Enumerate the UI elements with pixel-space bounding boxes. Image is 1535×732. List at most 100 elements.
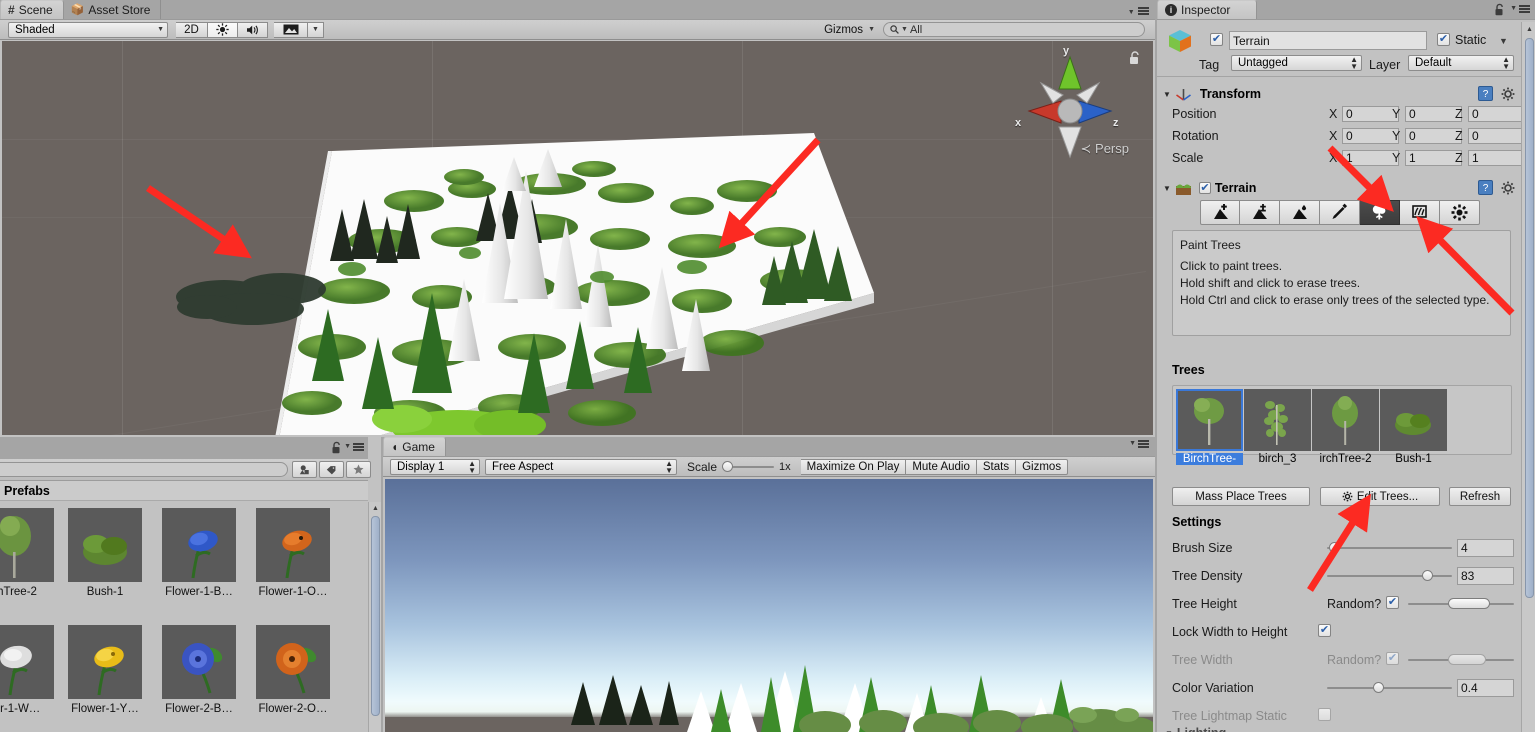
transform-header[interactable]: ▼ Transform ? — [1157, 84, 1521, 104]
tab-asset-store[interactable]: 📦 Asset Store — [63, 0, 162, 19]
terrain-tool-raise-lower-terrain-tool[interactable] — [1200, 200, 1240, 225]
scale-slider-knob[interactable] — [722, 460, 734, 472]
setting-minmax-handle[interactable] — [1448, 654, 1487, 665]
tree-palette-item[interactable]: irchTree-2 — [1312, 389, 1379, 468]
transform-position-z-input[interactable]: 0 — [1468, 106, 1525, 122]
setting-minmax-track[interactable] — [1408, 654, 1514, 665]
gear-icon[interactable] — [1501, 87, 1515, 104]
maximize-on-play-button[interactable]: Maximize On Play — [800, 458, 907, 475]
scroll-up-arrow-icon[interactable]: ▲ — [371, 504, 380, 513]
transform-scale-y-input[interactable]: 1 — [1405, 150, 1462, 166]
tab-scene[interactable]: # Scene — [0, 0, 64, 19]
setting-value-input[interactable]: 4 — [1457, 539, 1514, 557]
scene-options-menu[interactable]: ▼ — [1128, 3, 1149, 17]
lighting-section-header[interactable]: ▼ Lighting — [1165, 726, 1226, 732]
toggle-2d-button[interactable]: 2D — [176, 21, 208, 38]
setting-minmax-handle[interactable] — [1448, 598, 1491, 609]
project-scrollbar[interactable]: ▲ — [368, 502, 381, 732]
help-icon[interactable]: ? — [1478, 180, 1493, 198]
toggle-effects-button[interactable] — [274, 21, 308, 38]
transform-scale-x-input[interactable]: 1 — [1342, 150, 1399, 166]
gameobject-enabled-checkbox[interactable]: ✔ — [1210, 33, 1223, 46]
setting-minmax-track[interactable] — [1408, 598, 1514, 609]
prefab-item[interactable]: Bush-1 — [68, 508, 142, 598]
prefab-item[interactable]: Flower-1-B… — [162, 508, 236, 598]
gear-icon[interactable] — [1501, 181, 1515, 198]
project-scrollbar-thumb[interactable] — [371, 516, 380, 716]
terrain-tool-paint-texture-tool[interactable] — [1320, 200, 1360, 225]
setting-random-checkbox[interactable]: ✔ — [1386, 596, 1399, 609]
game-options-menu[interactable]: ▼ — [1129, 440, 1149, 448]
tree-palette[interactable]: BirchTree-birch_3 irchTree-2 Bush-1 — [1172, 385, 1512, 465]
label-filter-icon[interactable] — [319, 461, 344, 478]
mute-audio-button[interactable]: Mute Audio — [906, 458, 977, 475]
toggle-audio-button[interactable] — [238, 21, 268, 38]
prefab-grid[interactable]: hTree-2 Bush-1 Flower-1-B… Flower-1-O… er-1-… — [0, 502, 368, 732]
transform-scale-z-input[interactable]: 1 — [1468, 150, 1525, 166]
foldout-arrow-icon[interactable]: ▼ — [1163, 90, 1171, 99]
setting-slider-knob[interactable] — [1421, 570, 1433, 581]
object-filter-icon[interactable] — [292, 461, 317, 478]
setting-slider-track[interactable] — [1327, 682, 1452, 693]
stats-button[interactable]: Stats — [976, 458, 1017, 475]
scene-projection-toggle[interactable]: ≺ Persp — [1081, 141, 1130, 157]
terrain-object[interactable] — [2, 41, 1153, 435]
terrain-tool-strip[interactable] — [1200, 200, 1480, 225]
game-scale-slider[interactable]: Scale 1x — [687, 460, 791, 474]
setting-slider-knob[interactable] — [1372, 682, 1384, 693]
tree-palette-item[interactable]: birch_3 — [1244, 389, 1311, 468]
terrain-tool-paint-details-tool[interactable] — [1400, 200, 1440, 225]
terrain-header[interactable]: ▼ ✔ Terrain ? — [1157, 178, 1521, 198]
scene-search-input[interactable]: ▼ All — [883, 22, 1145, 37]
prefab-item[interactable]: Flower-1-O… — [256, 508, 330, 598]
setting-slider-track[interactable] — [1327, 570, 1452, 581]
inspector-lock-button[interactable] — [1494, 3, 1505, 19]
aspect-dropdown[interactable]: Free Aspect ▲ ▼ — [485, 458, 677, 475]
toggle-lighting-button[interactable] — [208, 21, 238, 38]
setting-slider-track[interactable] — [1327, 542, 1452, 553]
terrain-tool-place-trees-tool[interactable] — [1360, 200, 1400, 225]
static-checkbox[interactable]: ✔ — [1437, 33, 1450, 46]
help-icon[interactable]: ? — [1478, 86, 1493, 104]
layer-dropdown[interactable]: Default ▲ ▼ — [1408, 55, 1514, 71]
setting-random-checkbox[interactable]: ✔ — [1386, 652, 1399, 665]
prefab-item[interactable]: er-1-W… — [0, 625, 54, 715]
scene-viewport[interactable]: y x z ≺ Persp — [2, 41, 1153, 435]
setting-slider-knob[interactable] — [1329, 542, 1341, 553]
favorite-filter-icon[interactable] — [346, 461, 371, 478]
effects-dropdown-button[interactable]: ▼ — [308, 21, 324, 38]
prefab-item[interactable]: Flower-2-O… — [256, 625, 330, 715]
mass-place-trees-button[interactable]: Mass Place Trees — [1172, 487, 1310, 506]
gizmos-dropdown[interactable]: Gizmos ▼ — [818, 22, 881, 38]
terrain-tool-smooth-height-tool[interactable] — [1280, 200, 1320, 225]
tree-palette-item[interactable]: BirchTree- — [1176, 389, 1243, 468]
transform-rotation-y-input[interactable]: 0 — [1405, 128, 1462, 144]
edit-trees-button[interactable]: Edit Trees... — [1320, 487, 1440, 506]
project-search-input[interactable] — [0, 462, 288, 477]
tab-inspector[interactable]: i Inspector — [1157, 0, 1258, 19]
setting-value-input[interactable]: 83 — [1457, 567, 1514, 585]
shading-mode-dropdown[interactable]: Shaded ▼ — [8, 21, 168, 38]
inspector-options-menu[interactable]: ▼ — [1510, 5, 1530, 13]
prefab-item[interactable]: hTree-2 — [0, 508, 54, 598]
game-viewport[interactable] — [385, 479, 1153, 732]
gameobject-name-input[interactable]: Terrain — [1229, 31, 1427, 50]
tab-game[interactable]: ◖ Game — [383, 437, 446, 456]
prefab-item[interactable]: Flower-1-Y… — [68, 625, 142, 715]
inspector-scrollbar-thumb[interactable] — [1525, 38, 1534, 598]
scroll-up-arrow-icon[interactable]: ▲ — [1525, 25, 1534, 34]
foldout-arrow-icon[interactable]: ▼ — [1163, 184, 1171, 193]
display-dropdown[interactable]: Display 1 ▲ ▼ — [390, 458, 480, 475]
project-options-menu[interactable]: ▼ — [344, 443, 364, 451]
setting-toggle-checkbox[interactable]: ✔ — [1318, 708, 1331, 721]
transform-rotation-z-input[interactable]: 0 — [1468, 128, 1525, 144]
refresh-trees-button[interactable]: Refresh — [1449, 487, 1511, 506]
chevron-down-icon[interactable]: ▼ — [1499, 37, 1508, 46]
transform-position-y-input[interactable]: 0 — [1405, 106, 1462, 122]
transform-position-x-input[interactable]: 0 — [1342, 106, 1399, 122]
foldout-arrow-icon[interactable]: ▼ — [1165, 729, 1173, 732]
setting-toggle-checkbox[interactable]: ✔ — [1318, 624, 1331, 637]
terrain-tool-terrain-settings-tool[interactable] — [1440, 200, 1480, 225]
transform-rotation-x-input[interactable]: 0 — [1342, 128, 1399, 144]
tree-palette-item[interactable]: Bush-1 — [1380, 389, 1447, 468]
